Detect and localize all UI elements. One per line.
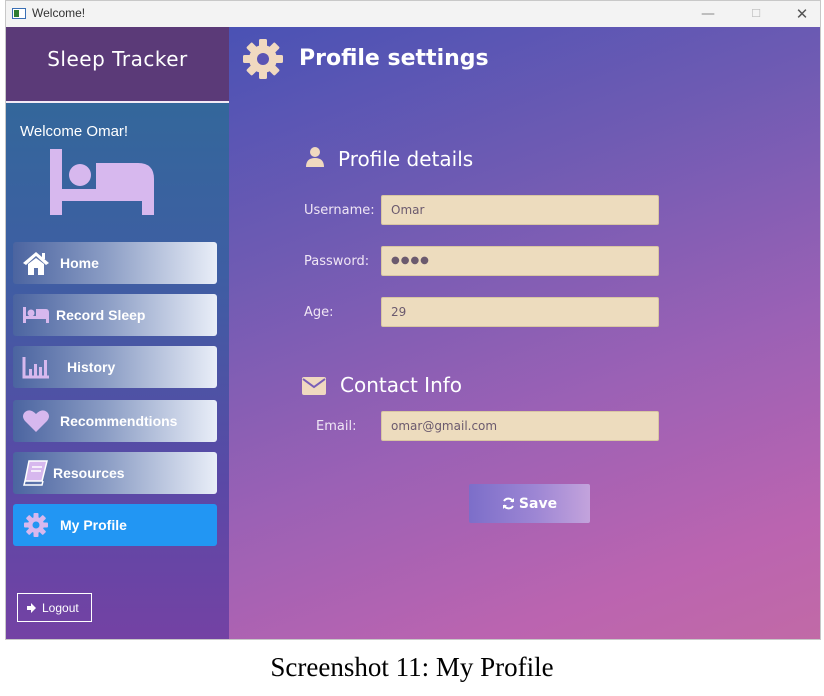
heart-icon: [23, 410, 49, 432]
sidebar-item-record-sleep[interactable]: Record Sleep: [13, 294, 217, 336]
password-field[interactable]: ●●●●: [381, 246, 659, 276]
email-label: Email:: [316, 419, 357, 434]
sidebar-item-resources[interactable]: Resources: [13, 452, 217, 494]
bed-icon: [50, 149, 154, 215]
sidebar-item-label: Home: [60, 255, 99, 271]
figure-caption: Screenshot 11: My Profile: [270, 652, 554, 682]
age-field[interactable]: 29: [381, 297, 659, 327]
envelope-icon: [302, 377, 326, 395]
welcome-text: Welcome Omar!: [20, 123, 129, 140]
logout-button[interactable]: Logout: [17, 593, 92, 622]
app-brand: Sleep Tracker: [47, 47, 188, 71]
sidebar-item-label: My Profile: [60, 517, 127, 533]
save-label: Save: [518, 495, 558, 512]
page-title: Profile settings: [299, 46, 489, 71]
main-panel: Profile settings Profile details Usernam…: [229, 27, 820, 639]
sidebar-item-label: Record Sleep: [56, 307, 146, 323]
gear-icon: [24, 513, 48, 537]
maximize-button[interactable]: ☐: [745, 4, 767, 24]
age-label: Age:: [304, 305, 334, 320]
bar-chart-icon: [22, 357, 49, 379]
sidebar-item-label: Recommendtions: [60, 413, 178, 429]
window-title: Welcome!: [32, 6, 86, 20]
username-label: Username:: [304, 203, 375, 218]
app-icon: [12, 8, 26, 19]
profile-details-heading: Profile details: [338, 147, 474, 171]
minimize-button[interactable]: —: [697, 4, 719, 24]
refresh-icon: [502, 497, 514, 510]
save-button[interactable]: Save: [469, 484, 590, 523]
sidebar-item-my-profile[interactable]: My Profile: [13, 504, 217, 546]
home-icon: [23, 252, 49, 275]
book-icon: [23, 460, 48, 486]
password-label: Password:: [304, 254, 370, 269]
bed-icon: [23, 307, 49, 323]
username-field[interactable]: Omar: [381, 195, 659, 225]
sidebar-item-label: History: [67, 359, 116, 375]
email-field[interactable]: omar@gmail.com: [381, 411, 659, 441]
contact-info-heading: Contact Info: [340, 373, 463, 397]
sidebar-item-label: Resources: [53, 465, 125, 481]
title-bar: Welcome! — ☐ ✕: [6, 1, 820, 27]
sidebar-item-history[interactable]: History: [13, 346, 217, 388]
sidebar-item-home[interactable]: Home: [13, 242, 217, 284]
app-window: Welcome! — ☐ ✕ Sleep Tracker Welcome Oma…: [5, 0, 821, 640]
gear-icon: [243, 39, 283, 79]
user-icon: [306, 147, 324, 167]
sidebar: Sleep Tracker Welcome Omar! Home Record …: [6, 27, 229, 639]
close-button[interactable]: ✕: [791, 4, 813, 24]
sidebar-header: Sleep Tracker: [6, 27, 229, 103]
logout-label: Logout: [42, 600, 79, 615]
sidebar-item-recommendations[interactable]: Recommendtions: [13, 400, 217, 442]
sign-out-icon: [27, 602, 36, 613]
